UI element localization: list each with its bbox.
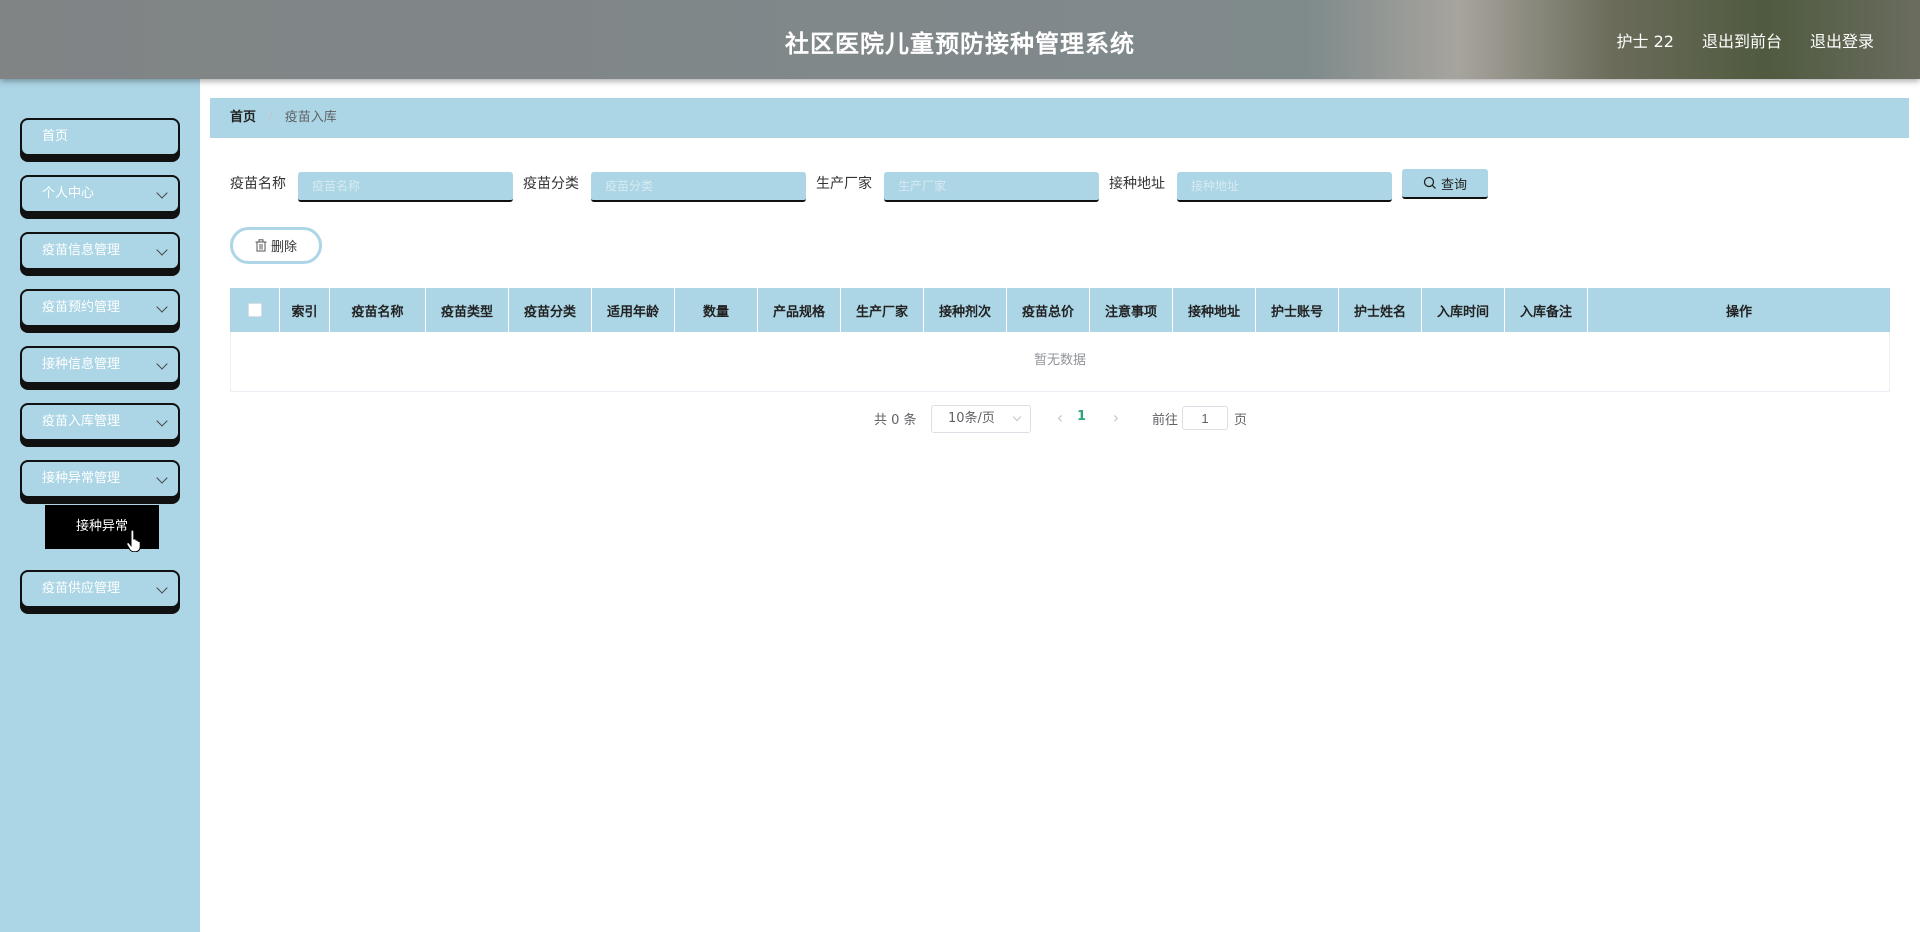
query-button-label: 查询: [1440, 177, 1467, 193]
sidebar-item-personal-center[interactable]: 个人中心: [20, 175, 180, 213]
chevron-down-icon: [156, 582, 168, 594]
column-header[interactable]: 疫苗分类: [509, 288, 592, 332]
sidebar-item-label: 疫苗信息管理: [42, 243, 121, 258]
column-header[interactable]: 护士姓名: [1339, 288, 1422, 332]
page-size-value: 10条/页: [948, 411, 995, 426]
sidebar-item-vaccination-exception[interactable]: 接种异常管理: [20, 460, 180, 498]
vaccination-address-input[interactable]: [1177, 172, 1392, 202]
breadcrumb-separator: /: [268, 110, 273, 125]
trash-icon: [255, 239, 267, 252]
select-all-cell: [230, 288, 280, 332]
column-header[interactable]: 注意事项: [1090, 288, 1173, 332]
column-header[interactable]: 产品规格: [758, 288, 841, 332]
vaccine-category-label: 疫苗分类: [523, 176, 579, 192]
exit-to-front-link[interactable]: 退出到前台: [1702, 28, 1782, 52]
manufacturer-label: 生产厂家: [816, 176, 872, 192]
column-header[interactable]: 入库备注: [1505, 288, 1588, 332]
manufacturer-input[interactable]: [884, 172, 1099, 202]
sidebar-item-vaccine-stock[interactable]: 疫苗入库管理: [20, 403, 180, 441]
sidebar-item-label: 个人中心: [42, 186, 95, 201]
page-unit-label: 页: [1234, 413, 1248, 428]
column-header[interactable]: 入库时间: [1422, 288, 1505, 332]
select-all-checkbox[interactable]: [247, 303, 262, 317]
sidebar-item-vaccine-info[interactable]: 疫苗信息管理: [20, 232, 180, 270]
breadcrumb-home[interactable]: 首页: [230, 110, 256, 125]
chevron-down-icon: [1012, 412, 1022, 422]
sidebar-item-label: 接种信息管理: [42, 357, 121, 372]
chevron-down-icon: [156, 301, 168, 313]
goto-label: 前往: [1152, 413, 1179, 428]
delete-button-label: 删除: [270, 240, 297, 255]
chevron-down-icon: [156, 415, 168, 427]
page-size-select[interactable]: 10条/页: [931, 405, 1031, 433]
sidebar-item-home[interactable]: 首页: [20, 118, 180, 156]
goto-page-input[interactable]: [1182, 406, 1228, 430]
sidebar-item-label: 疫苗预约管理: [42, 300, 121, 315]
hand-pointer-icon: [126, 529, 142, 556]
table-header: 索引 疫苗名称 疫苗类型 疫苗分类 适用年龄 数量 产品规格 生产厂家 接种剂次…: [230, 288, 1890, 332]
sidebar-item-vaccination-info[interactable]: 接种信息管理: [20, 346, 180, 384]
logout-link[interactable]: 退出登录: [1810, 28, 1874, 52]
sidebar-item-vaccine-supply[interactable]: 疫苗供应管理: [20, 570, 180, 608]
delete-button[interactable]: 删除: [230, 227, 322, 264]
breadcrumb-current: 疫苗入库: [284, 110, 337, 125]
column-header[interactable]: 疫苗类型: [426, 288, 509, 332]
chevron-down-icon: [156, 358, 168, 370]
column-header[interactable]: 数量: [675, 288, 758, 332]
column-header[interactable]: 适用年龄: [592, 288, 675, 332]
app-header: 社区医院儿童预防接种管理系统 护士 22 退出到前台 退出登录: [0, 0, 1920, 79]
vaccine-stock-table: 索引 疫苗名称 疫苗类型 疫苗分类 适用年龄 数量 产品规格 生产厂家 接种剂次…: [230, 288, 1890, 392]
column-header: 操作: [1725, 304, 1752, 320]
column-header[interactable]: 接种地址: [1173, 288, 1256, 332]
next-page-button[interactable]: ›: [1106, 405, 1126, 433]
empty-state: 暂无数据: [230, 332, 1890, 392]
column-header[interactable]: 生产厂家: [841, 288, 924, 332]
chevron-down-icon: [156, 472, 168, 484]
sidebar-item-label: 疫苗入库管理: [42, 414, 121, 429]
sidebar-item-label: 接种异常管理: [42, 471, 121, 486]
sidebar-item-label: 首页: [42, 129, 69, 144]
chevron-down-icon: [156, 244, 168, 256]
column-header[interactable]: 护士账号: [1256, 288, 1339, 332]
vaccine-category-input[interactable]: [591, 172, 806, 202]
query-button[interactable]: 查询: [1402, 169, 1488, 199]
vaccination-address-label: 接种地址: [1109, 176, 1165, 192]
column-header[interactable]: 接种剂次: [924, 288, 1007, 332]
user-area: 护士 22 退出到前台 退出登录: [1617, 28, 1874, 52]
total-count: 共 0 条: [874, 413, 917, 428]
current-user[interactable]: 护士 22: [1617, 28, 1674, 52]
sidebar-item-vaccine-appointment[interactable]: 疫苗预约管理: [20, 289, 180, 327]
page-number[interactable]: 1: [1077, 409, 1086, 424]
column-header[interactable]: 疫苗总价: [1007, 288, 1090, 332]
breadcrumb: 首页 / 疫苗入库: [210, 98, 1909, 138]
chevron-down-icon: [156, 187, 168, 199]
vaccine-name-input[interactable]: [298, 172, 513, 202]
column-header[interactable]: 疫苗名称: [330, 288, 426, 332]
prev-page-button[interactable]: ‹: [1050, 405, 1070, 433]
search-icon: [1423, 176, 1436, 189]
sidebar-item-label: 疫苗供应管理: [42, 581, 121, 596]
column-header[interactable]: 索引: [280, 288, 330, 332]
vaccine-name-label: 疫苗名称: [230, 176, 286, 192]
